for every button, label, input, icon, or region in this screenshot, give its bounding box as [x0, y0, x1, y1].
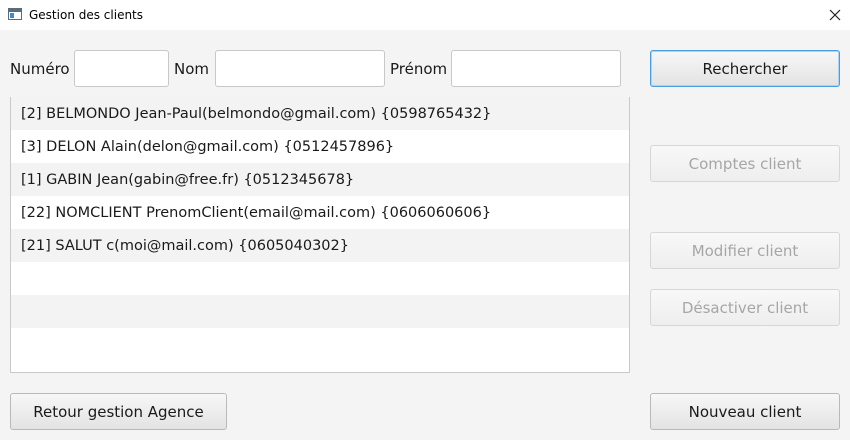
list-item[interactable]: [1] GABIN Jean(gabin@free.fr) {051234567… — [11, 163, 629, 196]
list-item[interactable]: [2] BELMONDO Jean-Paul(belmondo@gmail.co… — [11, 97, 629, 130]
numero-label: Numéro — [10, 60, 70, 78]
back-to-agency-button[interactable]: Retour gestion Agence — [10, 393, 227, 430]
numero-input[interactable] — [74, 50, 169, 87]
close-icon — [829, 9, 841, 21]
deactivate-client-button[interactable]: Désactiver client — [650, 289, 840, 326]
list-item-empty — [11, 262, 629, 295]
search-button[interactable]: Rechercher — [650, 50, 840, 87]
nom-label: Nom — [174, 60, 210, 78]
close-button[interactable] — [821, 4, 849, 26]
prenom-label: Prénom — [390, 60, 448, 78]
list-item[interactable]: [21] SALUT c(moi@mail.com) {0605040302} — [11, 229, 629, 262]
nom-input[interactable] — [215, 50, 385, 87]
list-item[interactable]: [22] NOMCLIENT PrenomClient(email@mail.c… — [11, 196, 629, 229]
title-bar: Gestion des clients — [0, 0, 850, 30]
list-item[interactable]: [3] DELON Alain(delon@gmail.com) {051245… — [11, 130, 629, 163]
modify-client-button[interactable]: Modifier client — [650, 232, 840, 269]
client-list[interactable]: [2] BELMONDO Jean-Paul(belmondo@gmail.co… — [10, 97, 630, 373]
window-icon — [8, 8, 22, 20]
list-item-empty — [11, 328, 629, 361]
prenom-input[interactable] — [451, 50, 621, 87]
list-item-empty — [11, 295, 629, 328]
window-title: Gestion des clients — [29, 8, 144, 22]
accounts-button[interactable]: Comptes client — [650, 145, 840, 182]
new-client-button[interactable]: Nouveau client — [650, 393, 840, 430]
